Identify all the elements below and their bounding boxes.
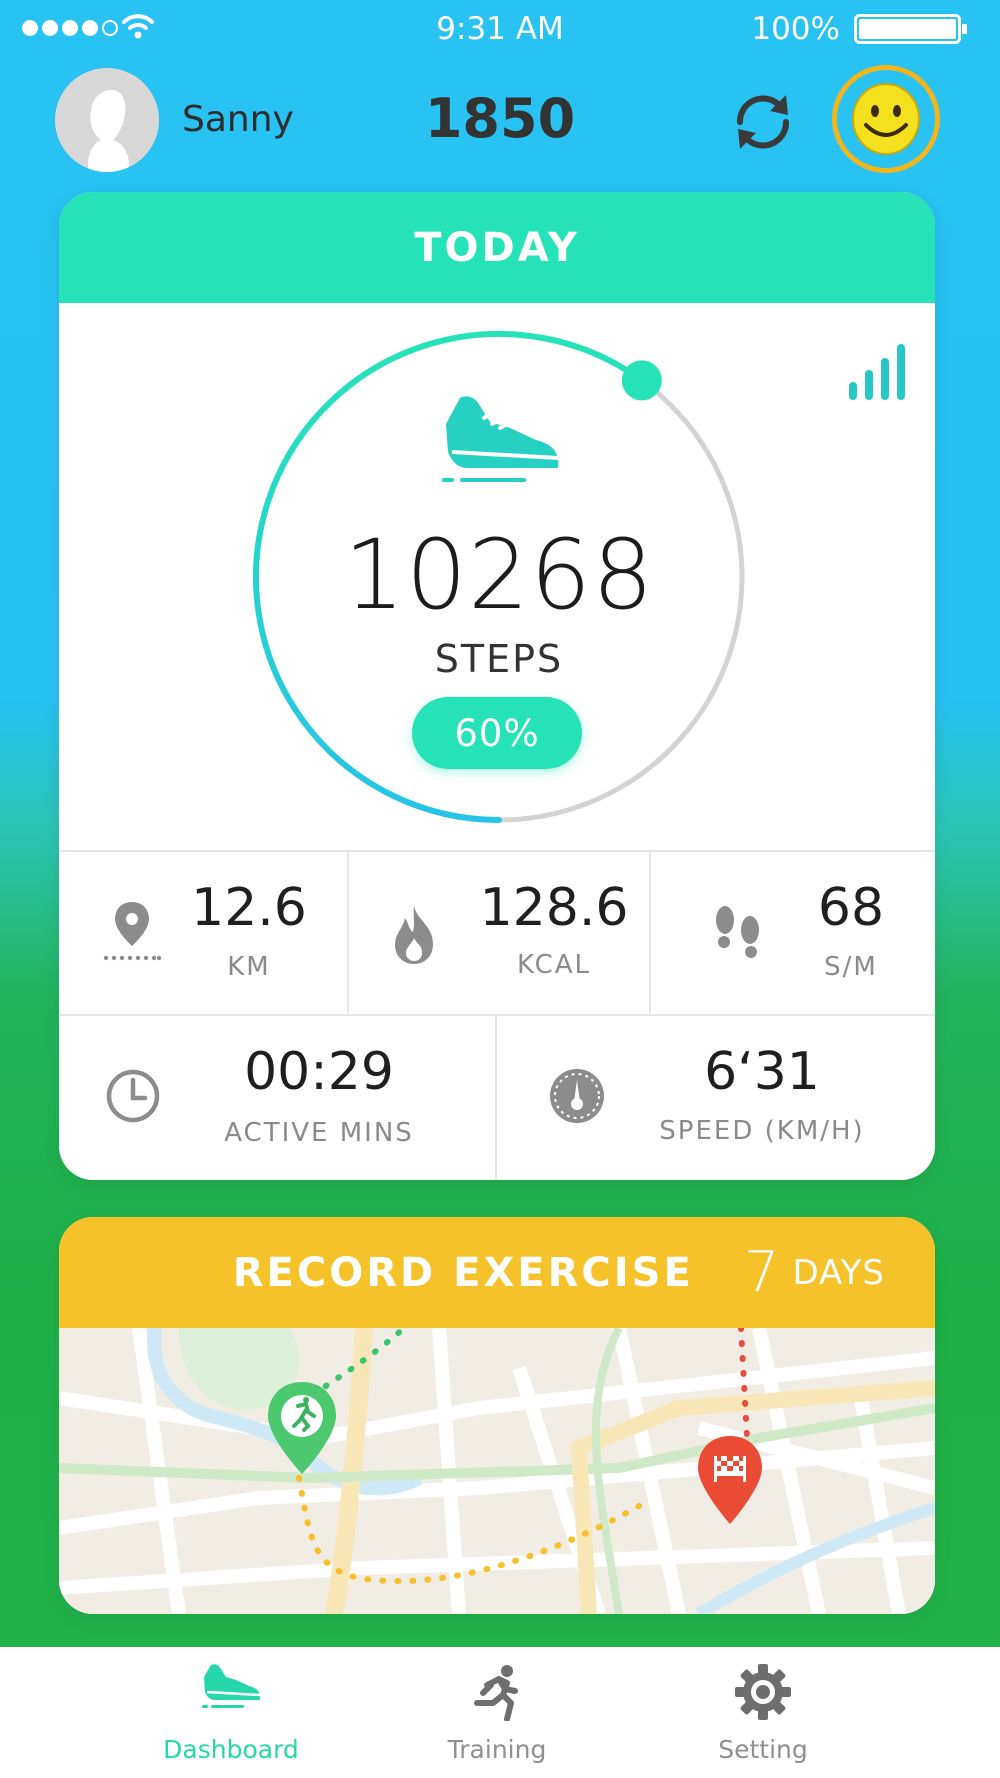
steps-label: STEPS — [434, 637, 564, 681]
stat-label: S/M — [824, 952, 878, 982]
today-card: TODAY 10268 STEPS 60% 12.6 KM 128.6 KCAL… — [59, 192, 935, 1180]
stats-row: 12.6 KM 128.6 KCAL 68 S/M — [59, 852, 935, 1016]
stat-steps-per-minute: 68 S/M — [651, 852, 935, 1014]
sneaker-icon — [202, 1664, 261, 1708]
runner-icon — [474, 1665, 518, 1721]
gear-icon — [735, 1664, 791, 1720]
stat-label: SPEED (KM/H) — [659, 1116, 865, 1146]
clock-icon — [106, 1069, 160, 1123]
record-exercise-header: RECORD EXERCISE 7 DAYS — [59, 1217, 935, 1328]
tab-dashboard[interactable]: Dashboard — [131, 1647, 331, 1778]
sneaker-icon — [442, 396, 559, 482]
app-header: Sanny 1850 — [0, 65, 1000, 175]
smiley-badge-icon[interactable] — [832, 65, 940, 173]
steps-progress-ring: 10268 STEPS 60% — [249, 327, 749, 827]
stats-row: 00:29 ACTIVE MINS 6‘31 SPEED (KM/H) — [59, 1016, 935, 1180]
flame-icon — [395, 906, 433, 964]
stat-value: 12.6 — [191, 878, 307, 938]
stat-value: 128.6 — [479, 878, 629, 938]
tab-setting[interactable]: Setting — [663, 1647, 863, 1778]
speedometer-icon — [550, 1069, 604, 1123]
stat-value: 00:29 — [244, 1042, 394, 1102]
tab-label: Training — [447, 1735, 547, 1764]
stat-distance: 12.6 KM — [59, 852, 349, 1014]
tab-bar: Dashboard Training Setting — [0, 1647, 1000, 1778]
today-title: TODAY — [59, 192, 935, 303]
tab-training[interactable]: Training — [397, 1647, 597, 1778]
record-days-label: DAYS — [792, 1252, 885, 1293]
stats-grid: 12.6 KM 128.6 KCAL 68 S/M 00:29 ACTIVE M… — [59, 850, 935, 1180]
stat-label: KM — [227, 952, 271, 982]
record-exercise-title: RECORD EXERCISE — [232, 1249, 694, 1296]
finish-pin-icon[interactable] — [695, 1434, 765, 1526]
footprints-icon — [716, 906, 759, 958]
tab-label: Dashboard — [163, 1735, 299, 1764]
stat-calories: 128.6 KCAL — [349, 852, 651, 1014]
progress-percent-badge: 60% — [412, 697, 582, 769]
tab-label: Setting — [718, 1735, 808, 1764]
start-pin-icon[interactable] — [264, 1380, 340, 1476]
stat-value: 6‘31 — [704, 1042, 820, 1102]
bar-chart-icon[interactable] — [847, 344, 909, 400]
route-map[interactable] — [59, 1325, 935, 1614]
battery-percent: 100% — [751, 11, 840, 47]
stat-label: KCAL — [516, 950, 592, 980]
stat-active-minutes: 00:29 ACTIVE MINS — [59, 1016, 497, 1180]
location-pin-icon — [103, 902, 161, 961]
record-exercise-card[interactable]: RECORD EXERCISE 7 DAYS — [59, 1217, 935, 1614]
stat-value: 68 — [817, 878, 885, 938]
status-time: 9:31 AM — [436, 11, 564, 47]
record-days-number: 7 — [743, 1240, 783, 1305]
status-bar: 9:31 AM 100% — [0, 0, 1000, 60]
stat-label: ACTIVE MINS — [224, 1118, 414, 1148]
sync-icon[interactable] — [728, 87, 798, 157]
steps-count: 10268 — [343, 519, 655, 631]
battery-icon — [854, 14, 967, 44]
stat-speed: 6‘31 SPEED (KM/H) — [497, 1016, 935, 1180]
